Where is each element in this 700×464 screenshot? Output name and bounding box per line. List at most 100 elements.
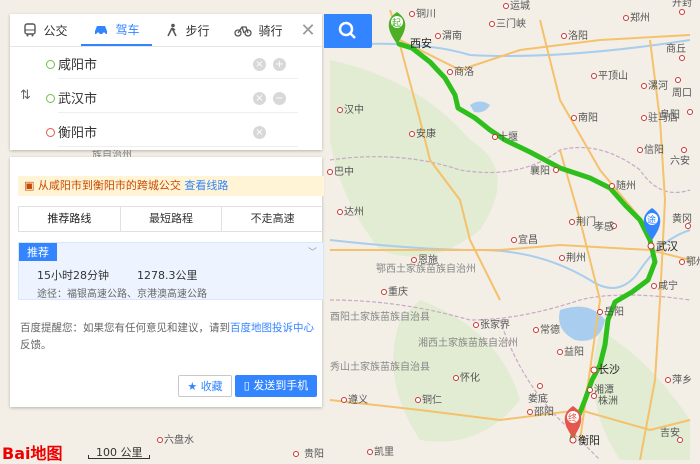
tab-recommended[interactable]: 推荐路线	[19, 207, 121, 231]
close-icon[interactable]: ✕	[294, 14, 322, 46]
city-label: 平顶山	[598, 70, 628, 82]
city-dot	[610, 184, 615, 189]
route-option-tabs: 推荐路线 最短路程 不走高速	[18, 206, 324, 232]
city-dot	[680, 56, 685, 61]
city-label: 常德	[540, 323, 560, 336]
city-dot	[528, 410, 533, 415]
city-label: 岳阳	[604, 306, 624, 318]
city-dot	[648, 243, 654, 249]
city-dot	[382, 290, 387, 295]
clear-origin-icon[interactable]: ×	[253, 58, 266, 71]
city-label: 郑州	[630, 11, 650, 24]
stop-row-waypoint: × −	[10, 81, 322, 115]
complaint-center-link[interactable]: 百度地图投诉中心	[230, 322, 314, 334]
city-dot	[328, 170, 333, 175]
city-label: 株洲	[598, 394, 618, 407]
search-icon	[324, 14, 372, 48]
city-dot	[624, 16, 629, 21]
city-dot	[338, 210, 343, 215]
city-dot	[682, 148, 687, 153]
bus-icon	[23, 23, 37, 37]
city-label: 凯里	[374, 445, 394, 458]
tab-car-label: 驾车	[115, 21, 139, 38]
city-label: 娄底	[528, 392, 548, 405]
swap-icon[interactable]: ⇅	[20, 88, 31, 103]
city-dot	[680, 260, 685, 265]
city-label: 宜昌	[518, 233, 538, 246]
city-dot	[342, 398, 347, 403]
star-icon: ★	[187, 380, 197, 393]
city-dot	[410, 132, 415, 137]
city-dot	[448, 70, 453, 75]
city-dot	[158, 438, 163, 443]
city-label: 遵义	[348, 393, 368, 406]
favorite-label: 收藏	[201, 380, 223, 393]
city-label: 襄阳	[530, 164, 550, 177]
tab-bike-label: 骑行	[258, 22, 282, 39]
tab-no-highway[interactable]: 不走高速	[222, 207, 323, 231]
end-marker-label: 终	[568, 412, 577, 424]
search-button[interactable]	[324, 14, 372, 48]
tab-bus-label: 公交	[43, 22, 67, 39]
city-dot	[680, 10, 685, 15]
city-label: 巴中	[334, 165, 354, 178]
city-dot	[560, 256, 565, 261]
via-marker-label: 途	[647, 214, 656, 226]
city-dot	[493, 135, 498, 140]
send-label: 发送到手机	[253, 379, 308, 392]
city-dot	[572, 116, 577, 121]
stops-list: × + × − × ⇅	[10, 47, 322, 149]
city-dot	[652, 284, 657, 289]
clear-destination-icon[interactable]: ×	[253, 126, 266, 139]
stop-row-origin: × +	[10, 47, 322, 81]
city-label: 武汉	[656, 240, 678, 253]
city-label: 湘潭	[594, 383, 614, 396]
city-label: 商洛	[454, 65, 474, 78]
send-to-phone-button[interactable]: ▯ 发送到手机	[235, 375, 317, 397]
tab-car[interactable]: 驾车	[81, 14, 152, 46]
route-duration: 15小时28分钟	[37, 267, 109, 283]
route-card[interactable]: 推荐 ﹀ 15小时28分钟 1278.3公里 途径：福银高速公路、京港澳高速公路	[18, 242, 324, 300]
city-label: 张家界	[480, 318, 510, 331]
city-dot	[558, 350, 563, 355]
bus-tip-icon: ▣	[24, 179, 34, 192]
route-input-panel: 公交 驾车 步行 骑行 ✕ × + × −	[10, 14, 322, 150]
city-dot	[666, 378, 671, 383]
city-label: 铜仁	[422, 394, 442, 406]
city-label: 西安	[410, 36, 432, 50]
city-label: 开封	[672, 0, 692, 9]
city-label: 驻马店	[648, 111, 678, 124]
bike-icon	[234, 23, 252, 37]
favorite-button[interactable]: ★ 收藏	[178, 375, 232, 397]
city-label: 十堰	[498, 130, 518, 143]
city-label: 吉安	[660, 426, 680, 439]
view-bus-lines-link[interactable]: 查看线路	[184, 179, 228, 192]
city-dot	[512, 238, 517, 243]
city-label: 铜川	[416, 8, 436, 20]
tab-walk[interactable]: 步行	[152, 14, 223, 46]
city-dot	[688, 110, 693, 115]
city-label: 运城	[510, 0, 530, 12]
tab-bus[interactable]: 公交	[10, 14, 81, 46]
city-dot	[562, 34, 567, 39]
city-dot	[588, 388, 593, 393]
city-dot	[598, 310, 603, 315]
chevron-down-icon[interactable]: ﹀	[308, 245, 317, 258]
clear-waypoint-icon[interactable]: ×	[253, 92, 266, 105]
city-label: 周口	[672, 87, 692, 99]
tab-shortest[interactable]: 最短路程	[121, 207, 223, 231]
city-dot	[504, 4, 509, 9]
city-dot	[592, 394, 597, 399]
city-label: 信阳	[644, 144, 664, 156]
car-icon	[93, 22, 109, 36]
city-label: 汉中	[344, 103, 364, 116]
city-dot	[554, 168, 559, 173]
bus-tip-banner: ▣ 从咸阳市到衡阳市的跨城公交 查看线路	[18, 176, 324, 196]
city-dot	[474, 323, 479, 328]
add-waypoint-icon[interactable]: +	[273, 58, 286, 71]
waypoint-dot-icon	[46, 94, 55, 103]
remove-waypoint-icon[interactable]: −	[273, 92, 286, 105]
city-label: 六盘水	[164, 433, 194, 446]
tab-bike[interactable]: 骑行	[223, 14, 294, 46]
feedback-notice: 百度提醒您：如果您有任何意见和建议，请到百度地图投诉中心反馈。	[20, 320, 316, 354]
